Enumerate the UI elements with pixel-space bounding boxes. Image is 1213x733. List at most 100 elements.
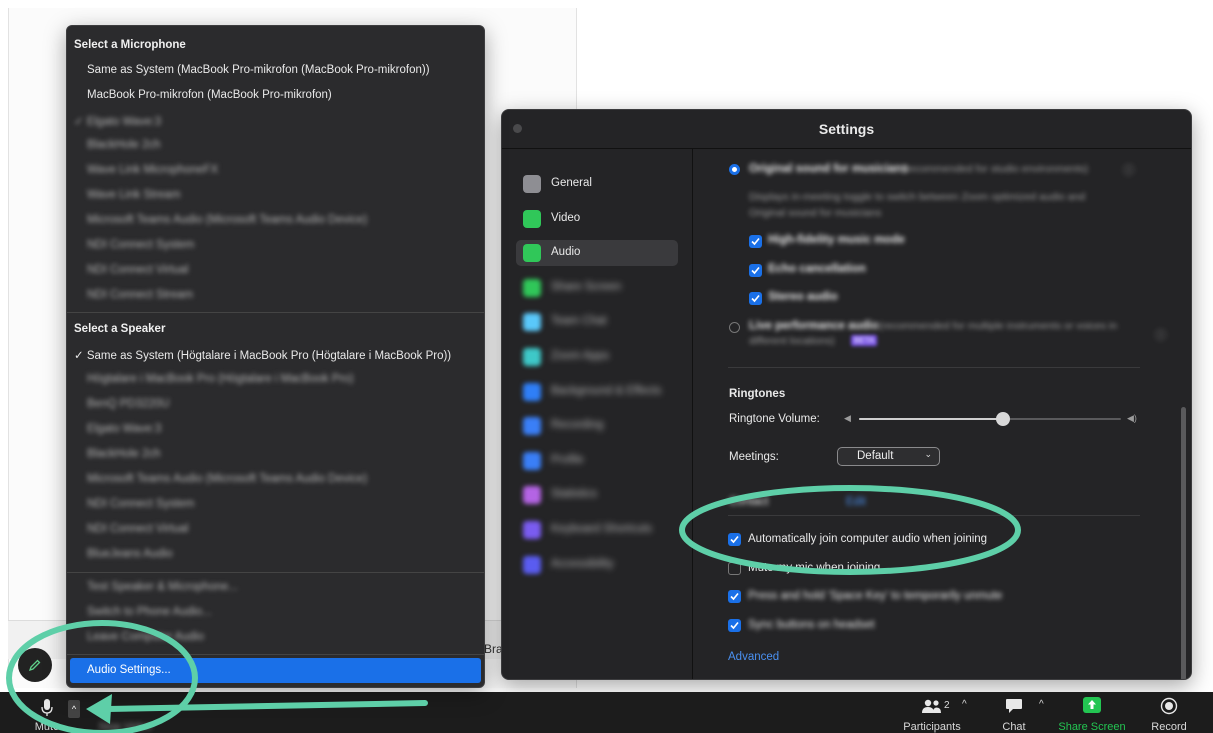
sidebar-item-share-screen[interactable]: Share Screen — [516, 275, 678, 301]
microphone-option[interactable]: ✓ Elgato Wave:3 — [74, 114, 161, 128]
echo-cancellation-checkbox[interactable] — [749, 264, 762, 277]
sidebar-item-statistics[interactable]: Statistics — [516, 482, 678, 508]
annotate-button[interactable] — [18, 648, 52, 682]
settings-scrollbar[interactable] — [1181, 407, 1186, 679]
sidebar-item-label: Team Chat — [551, 315, 607, 328]
audio-device-menu: Select a Microphone Same as System (MacB… — [66, 25, 485, 688]
chat-caret[interactable]: ^ — [1039, 699, 1044, 710]
microphone-option[interactable]: BlackHole 2ch — [87, 139, 161, 151]
press-space-label: Press and hold 'Space Key' to temporaril… — [748, 590, 1003, 602]
meetings-ringtone-label: Meetings: — [729, 451, 779, 463]
stereo-audio-label: Stereo audio — [768, 291, 838, 303]
settings-window: Settings General Video Audio Share Screen Te… — [501, 109, 1192, 680]
original-sound-radio[interactable] — [729, 164, 740, 175]
microphone-option[interactable]: Wave Link Stream — [87, 189, 181, 201]
speaker-option[interactable]: Microsoft Teams Audio (Microsoft Teams A… — [87, 473, 367, 485]
mute-mic-label: Mute my mic when joining — [748, 562, 881, 574]
chat-label: Chat — [1002, 721, 1026, 733]
speaker-section-header: Select a Speaker — [74, 323, 166, 335]
sidebar-item-label: Profile — [551, 453, 584, 466]
section-divider — [728, 515, 1140, 516]
menu-item-switch-phone-audio[interactable]: Switch to Phone Audio... — [87, 606, 212, 618]
stop-video-label: Stop Video — [98, 721, 152, 733]
sidebar-item-accessibility[interactable]: Accessibility — [516, 552, 678, 578]
settings-title: Settings — [818, 121, 875, 137]
zoom-apps-icon — [523, 348, 541, 366]
section-divider — [728, 367, 1140, 368]
sidebar-item-general[interactable]: General — [516, 171, 678, 197]
speaker-option[interactable]: Högtalare i MacBook Pro (Högtalare i Mac… — [87, 373, 354, 385]
menu-item-test-speaker[interactable]: Test Speaker & Microphone... — [87, 581, 238, 593]
video-icon — [523, 209, 541, 228]
sidebar-item-label: Accessibility — [551, 557, 614, 570]
original-sound-note: (recommended for studio environments) — [902, 163, 1089, 175]
live-performance-radio[interactable] — [729, 322, 740, 333]
sidebar-item-recording[interactable]: Recording — [516, 413, 678, 439]
share-screen-icon — [523, 278, 541, 297]
speaker-option[interactable]: BenQ PD3220U — [87, 398, 169, 410]
info-icon: ⓘ — [1123, 165, 1135, 177]
speaker-option[interactable]: NDI Connect Virtual — [87, 523, 188, 535]
sync-buttons-checkbox[interactable] — [728, 619, 741, 632]
sidebar-item-label: Background & Effects — [551, 384, 662, 397]
audio-options-caret[interactable]: ^ — [68, 700, 80, 718]
sidebar-item-zoom-apps[interactable]: Zoom Apps — [516, 344, 678, 370]
microphone-option[interactable]: NDI Connect Stream — [87, 289, 193, 301]
volume-high-icon: ◀) — [1127, 413, 1137, 423]
mute-mic-checkbox[interactable] — [728, 562, 741, 575]
ringtone-volume-fill — [859, 418, 1004, 420]
keyboard-shortcuts-icon — [523, 521, 541, 539]
participants-caret[interactable]: ^ — [962, 699, 967, 710]
sidebar-item-background-effects[interactable]: Background & Effects — [516, 379, 678, 405]
accessibility-icon — [523, 555, 541, 574]
live-performance-label: Live performance audio — [749, 320, 879, 332]
original-sound-description-2: Original sound for musicians — [749, 207, 882, 219]
contact-ringtone-label: Contact — [729, 496, 769, 508]
meetings-ringtone-select[interactable]: Default ⌄ — [837, 447, 940, 466]
sidebar-item-team-chat[interactable]: Team Chat — [516, 309, 678, 335]
microphone-option[interactable]: Microsoft Teams Audio (Microsoft Teams A… — [87, 214, 367, 226]
sidebar-item-profile[interactable]: Profile — [516, 448, 678, 474]
team-chat-icon — [523, 313, 541, 332]
ringtone-volume-label: Ringtone Volume: — [729, 413, 820, 425]
record-label: Record — [1151, 721, 1187, 733]
sidebar-item-audio[interactable]: Audio — [516, 240, 678, 267]
speaker-option[interactable]: NDI Connect System — [87, 498, 194, 510]
speaker-option[interactable]: BlackHole 2ch — [87, 448, 161, 460]
menu-divider — [67, 654, 484, 655]
microphone-option[interactable]: Same as System (MacBook Pro-mikrofon (Ma… — [87, 64, 430, 76]
advanced-link[interactable]: Advanced — [728, 651, 779, 663]
contact-ringtone-edit[interactable]: Edit — [846, 496, 866, 508]
speaker-option[interactable]: ✓ Same as System (Högtalare i MacBook Pr… — [74, 348, 451, 362]
participants-icon — [922, 699, 941, 713]
general-icon — [523, 175, 541, 193]
meeting-toolbar: Mute ^ Stop Video 2 Participants ^ Chat … — [0, 692, 1213, 733]
menu-item-audio-settings[interactable]: Audio Settings... — [70, 658, 481, 683]
sidebar-item-label: Keyboard Shortcuts — [551, 523, 653, 535]
profile-icon — [523, 451, 541, 470]
sidebar-item-label: Recording — [551, 419, 604, 432]
microphone-option[interactable]: MacBook Pro-mikrofon (MacBook Pro-mikrof… — [87, 89, 332, 101]
hifi-music-label: High-fidelity music mode — [768, 234, 905, 246]
select-value: Default — [857, 450, 894, 462]
microphone-option[interactable]: Wave Link MicrophoneFX — [87, 164, 218, 176]
microphone-option[interactable]: NDI Connect System — [87, 239, 194, 251]
hifi-music-checkbox[interactable] — [749, 235, 762, 248]
speaker-option[interactable]: Elgato Wave:3 — [87, 423, 161, 435]
microphone-icon — [41, 699, 53, 716]
menu-item-leave-computer-audio[interactable]: Leave Computer Audio — [87, 631, 204, 643]
press-space-checkbox[interactable] — [728, 590, 741, 603]
sidebar-item-keyboard-shortcuts[interactable]: Keyboard Shortcuts — [516, 517, 678, 543]
speaker-option[interactable]: BlueJeans Audio — [87, 548, 173, 560]
live-performance-note-2: different locations) — [749, 335, 835, 347]
sidebar-item-video[interactable]: Video — [516, 206, 678, 232]
sidebar-item-label: Share Screen — [551, 280, 622, 293]
microphone-option[interactable]: NDI Connect Virtual — [87, 264, 188, 276]
chevron-down-icon: ⌄ — [924, 449, 932, 459]
auto-join-audio-checkbox[interactable] — [728, 533, 741, 546]
share-screen-icon — [1083, 697, 1101, 713]
record-icon — [1160, 697, 1178, 715]
ringtone-volume-slider[interactable] — [996, 412, 1011, 426]
echo-cancellation-label: Echo cancellation — [768, 263, 866, 275]
stereo-audio-checkbox[interactable] — [749, 292, 762, 305]
